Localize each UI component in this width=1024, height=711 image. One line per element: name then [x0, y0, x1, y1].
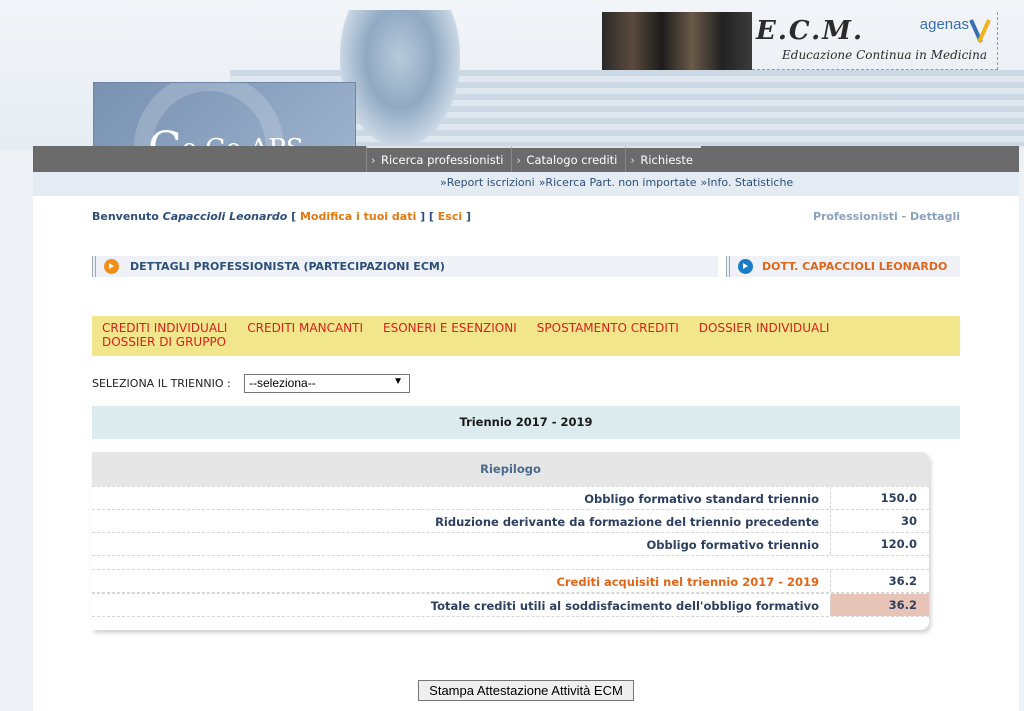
section-title: DETTAGLI PROFESSIONISTA (PARTECIPAZIONI … — [130, 260, 445, 273]
professional-name-bar: DOTT. CAPACCIOLI LEONARDO — [726, 256, 960, 277]
subnav-ricerca-part-non-importate[interactable]: »Ricerca Part. non importate — [539, 176, 697, 189]
table-row: Riduzione derivante da formazione del tr… — [92, 509, 929, 533]
section-tabs: CREDITI INDIVIDUALI CREDITI MANCANTI ESO… — [92, 316, 960, 356]
print-attestation-button[interactable]: Stampa Attestazione Attività ECM — [418, 680, 634, 701]
dropdown-arrow-icon: ▼ — [393, 376, 403, 387]
breadcrumb: Professionisti - Dettagli — [812, 210, 960, 223]
agenas-logo[interactable]: agenas — [920, 16, 969, 33]
agenas-logo-icon — [969, 19, 991, 43]
professional-name: DOTT. CAPACCIOLI LEONARDO — [762, 260, 948, 273]
ecm-banner: E.C.M. Educazione Continua in Medicina a… — [752, 12, 998, 70]
welcome-prefix: Benvenuto — [92, 210, 163, 223]
row-label: Obbligo formativo triennio — [646, 538, 819, 552]
row-value-total: 36.2 — [830, 594, 929, 616]
logout-link[interactable]: Esci — [438, 210, 462, 223]
tab-crediti-mancanti[interactable]: CREDITI MANCANTI — [247, 321, 363, 335]
page-header: E.C.M. Educazione Continua in Medicina a… — [0, 0, 1024, 206]
row-value: 150.0 — [830, 487, 929, 509]
triennio-select[interactable]: --seleziona-- ▼ — [244, 374, 410, 393]
ecm-title: E.C.M. — [756, 16, 864, 46]
subnav-info-statistiche[interactable]: »Info. Statistiche — [701, 176, 794, 189]
row-label: Obbligo formativo standard triennio — [584, 492, 819, 506]
summary-table: Riepilogo Obbligo formativo standard tri… — [92, 452, 929, 630]
bracket-mid: ] [ — [416, 210, 438, 223]
user-name: Capaccioli Leonardo — [162, 210, 288, 223]
nav-richieste[interactable]: Richieste — [625, 146, 702, 172]
table-row: Obbligo formativo standard triennio 150.… — [92, 486, 929, 510]
triennio-title: Triennio 2017 - 2019 — [92, 406, 960, 439]
tab-crediti-individuali[interactable]: CREDITI INDIVIDUALI — [102, 321, 227, 335]
nav-ricerca-professionisti[interactable]: Ricerca professionisti — [366, 146, 512, 172]
sub-nav: »Report iscrizioni »Ricerca Part. non im… — [440, 176, 793, 189]
row-value: 36.2 — [830, 570, 929, 592]
table-row: Crediti acquisiti nel triennio 2017 - 20… — [92, 569, 929, 593]
triennio-selected-value: --seleziona-- — [249, 376, 316, 390]
main-nav: Ricerca professionisti Catalogo crediti … — [366, 146, 702, 172]
row-label: Totale crediti utili al soddisfacimento … — [430, 599, 819, 613]
table-row-total: Totale crediti utili al soddisfacimento … — [92, 593, 929, 617]
tab-esoneri-esenzioni[interactable]: ESONERI E ESENZIONI — [383, 321, 517, 335]
bracket-close: ] — [462, 210, 471, 223]
bracket-open: [ — [287, 210, 300, 223]
subnav-report-iscrizioni[interactable]: »Report iscrizioni — [440, 176, 535, 189]
row-label: Crediti acquisiti nel triennio 2017 - 20… — [556, 575, 819, 589]
anatomy-lesson-painting — [602, 12, 752, 70]
triennio-label: SELEZIONA IL TRIENNIO : — [92, 377, 231, 390]
tab-spostamento-crediti[interactable]: SPOSTAMENTO CREDITI — [537, 321, 679, 335]
row-value: 120.0 — [830, 533, 929, 555]
table-row: Obbligo formativo triennio 120.0 — [92, 532, 929, 556]
blue-arrow-icon — [738, 259, 753, 274]
agenas-logo-text: agenas — [919, 16, 969, 33]
summary-heading: Riepilogo — [92, 452, 929, 486]
doctor-image — [340, 10, 460, 146]
tab-dossier-di-gruppo[interactable]: DOSSIER DI GRUPPO — [102, 335, 226, 349]
section-title-bar: DETTAGLI PROFESSIONISTA (PARTECIPAZIONI … — [92, 256, 718, 277]
welcome-line: Benvenuto Capaccioli Leonardo [ Modifica… — [92, 210, 471, 223]
row-label: Riduzione derivante da formazione del tr… — [435, 515, 819, 529]
edit-profile-link[interactable]: Modifica i tuoi dati — [300, 210, 416, 223]
tabs-row: CREDITI INDIVIDUALI CREDITI MANCANTI ESO… — [102, 321, 950, 349]
row-value: 30 — [830, 510, 929, 532]
nav-catalogo-crediti[interactable]: Catalogo crediti — [511, 146, 626, 172]
tab-dossier-individuali[interactable]: DOSSIER INDIVIDUALI — [699, 321, 830, 335]
orange-arrow-icon — [104, 259, 119, 274]
ecm-subtitle: Educazione Continua in Medicina — [782, 48, 988, 62]
